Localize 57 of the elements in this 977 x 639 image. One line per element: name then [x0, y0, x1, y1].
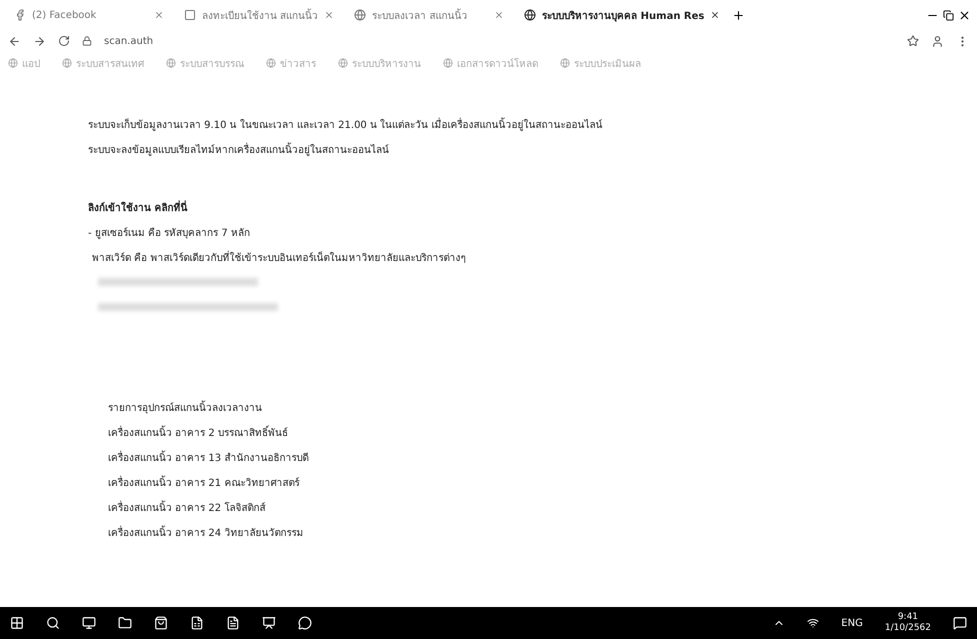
bookmark[interactable]: ระบบสารบรรณ: [180, 56, 244, 70]
back-icon[interactable]: [8, 34, 21, 48]
search-icon[interactable]: [46, 616, 60, 630]
start-icon[interactable]: [10, 616, 24, 630]
bookmark[interactable]: เอกสารดาวน์โหลด: [457, 56, 538, 70]
bookmark[interactable]: ระบบสารสนเทศ: [76, 56, 144, 70]
reload-icon[interactable]: [58, 35, 70, 47]
lock-icon: [82, 36, 92, 46]
login-heading[interactable]: ลิงก์เข้าใช้งาน คลิกที่นี่: [88, 195, 977, 220]
square-icon: [184, 9, 196, 21]
device-item: เครื่องสแกนนิ้ว อาคาร 13 สำนักงานอธิการบดี: [88, 445, 977, 470]
forward-icon[interactable]: [33, 34, 46, 48]
devices-heading: รายการอุปกรณ์สแกนนิ้วลงเวลางาน: [88, 395, 977, 420]
device-item: เครื่องสแกนนิ้ว อาคาร 24 วิทยาลัยนวัตกรรม: [88, 520, 977, 545]
globe-icon: [266, 58, 276, 68]
bookmark[interactable]: แอป: [22, 56, 40, 70]
globe-icon: [354, 9, 366, 21]
address-field[interactable]: scan.auth: [104, 36, 154, 46]
globe-icon: [560, 58, 570, 68]
globe-icon: [8, 58, 18, 68]
bookmark[interactable]: ระบบบริหารงาน: [352, 56, 421, 70]
browser-tab[interactable]: (2) Facebook: [6, 5, 172, 25]
star-icon[interactable]: [907, 35, 919, 47]
globe-icon: [166, 58, 176, 68]
device-item: เครื่องสแกนนิ้ว อาคาร 22 โลจิสติกส์: [88, 495, 977, 520]
folder-icon[interactable]: [118, 616, 132, 630]
profile-icon[interactable]: [931, 34, 944, 48]
facebook-icon: [14, 9, 26, 21]
browser-tab[interactable]: ลงทะเบียนใช้งาน สแกนนิ้ว: [176, 4, 342, 26]
restore-icon[interactable]: [943, 10, 954, 20]
device-item: เครื่องสแกนนิ้ว อาคาร 21 คณะวิทยาศาสตร์: [88, 470, 977, 495]
globe-icon: [338, 58, 348, 68]
globe-icon: [524, 9, 536, 21]
chat-icon[interactable]: [298, 616, 312, 630]
new-tab-icon[interactable]: [732, 8, 746, 22]
notification-icon[interactable]: [953, 616, 967, 630]
document-icon[interactable]: [226, 616, 240, 630]
clock-time: 9:41: [898, 612, 918, 623]
language-indicator[interactable]: ENG: [841, 618, 863, 628]
spreadsheet-icon[interactable]: [190, 616, 204, 630]
login-text: พาสเวิร์ด คือ พาสเวิร์ดเดียวกับที่ใช้เข้าระบบอินเทอร์เน็ตในมหาวิทยาลัยและบริการต่างๆ: [88, 245, 977, 270]
login-text: - ยูสเซอร์เนม คือ รหัสบุคลากร 7 หลัก: [88, 226, 251, 241]
bookmark[interactable]: ข่าวสาร: [280, 56, 316, 70]
browser-tab[interactable]: ระบบลงเวลา สแกนนิ้ว: [346, 4, 512, 26]
close-icon[interactable]: [710, 10, 720, 20]
store-icon[interactable]: [154, 616, 168, 630]
note-text: ระบบจะลงข้อมูลแบบเรียลไทม์หากเครื่องสแกนนิ้วอยู่ในสถานะออนไลน์: [88, 137, 977, 162]
bookmark[interactable]: ระบบประเมินผล: [574, 56, 641, 70]
globe-icon: [443, 58, 453, 68]
globe-icon: [62, 58, 72, 68]
device-item: เครื่องสแกนนิ้ว อาคาร 2 บรรณาสิทธิ์พันธ์: [88, 420, 977, 445]
note-text: ระบบจะเก็บข้อมูลงานเวลา 9.10 น ในขณะเวลา และเวลา 21.00 น ในแต่ละวัน เมื่อเครื่องสแกนนิ้วอยู่ในสถานะออนไลน์: [88, 112, 977, 137]
clock-date: 1/10/2562: [884, 623, 931, 634]
close-icon[interactable]: [958, 8, 971, 22]
presentation-icon[interactable]: [262, 616, 276, 630]
browser-tab[interactable]: ระบบบริหารงานบุคคล Human Res: [516, 4, 728, 26]
task-view-icon[interactable]: [82, 616, 96, 630]
